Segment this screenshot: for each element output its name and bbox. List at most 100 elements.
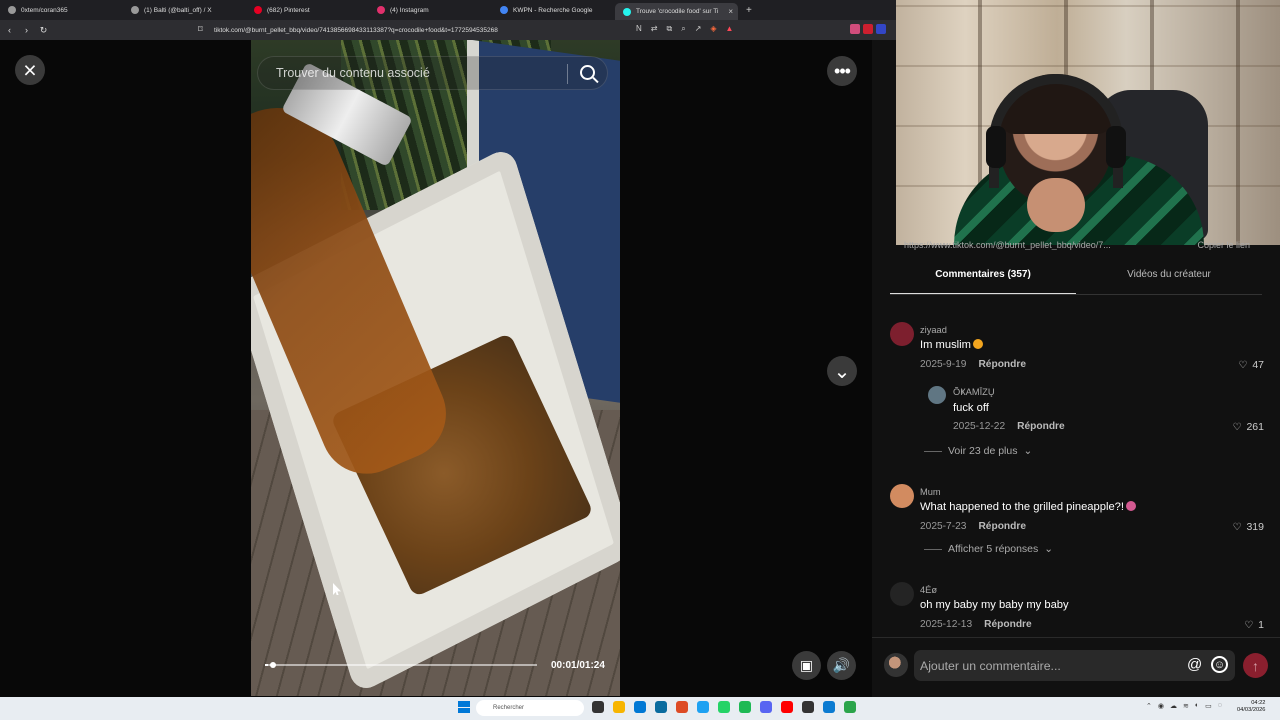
extension-icon[interactable] bbox=[850, 24, 860, 34]
comment-date: 2025-7-23 bbox=[920, 521, 967, 532]
avatar[interactable] bbox=[890, 582, 914, 606]
close-video-button[interactable]: × bbox=[15, 55, 45, 85]
show-replies-button[interactable]: Afficher 5 réponses ⌄ bbox=[924, 543, 1053, 555]
search-placeholder: Trouver du contenu associé bbox=[276, 66, 430, 80]
video-frame[interactable] bbox=[251, 40, 620, 696]
battery-icon[interactable]: ▭ bbox=[1205, 702, 1212, 710]
reload-icon[interactable]: ↻ bbox=[36, 25, 51, 36]
network-icon[interactable]: ◉ bbox=[1158, 702, 1164, 710]
app-icon[interactable] bbox=[823, 701, 835, 713]
video-progress-handle[interactable] bbox=[270, 662, 276, 668]
forward-icon[interactable]: › bbox=[19, 25, 34, 35]
copy-link-button[interactable]: Copier le lien bbox=[1197, 240, 1250, 250]
close-tab-icon[interactable]: × bbox=[728, 7, 733, 16]
whatsapp-icon[interactable] bbox=[718, 701, 730, 713]
show-more-label: Voir 23 de plus bbox=[948, 445, 1018, 457]
reader-icon[interactable]: N bbox=[636, 24, 642, 34]
tab-instagram[interactable]: (4) Instagram bbox=[369, 0, 492, 20]
app-icon[interactable] bbox=[844, 701, 856, 713]
app-icon[interactable] bbox=[781, 701, 793, 713]
new-tab-button[interactable]: + bbox=[738, 5, 752, 16]
bookmark-icon[interactable]: ⌑ bbox=[198, 24, 203, 35]
comment-item: ziyaad Im muslim 2025-9-19 Répondre ♡ 47 bbox=[890, 322, 1270, 380]
tab-pinterest[interactable]: (682) Pinterest bbox=[246, 0, 369, 20]
comment-username[interactable]: Mum bbox=[920, 487, 941, 497]
extensions bbox=[850, 24, 886, 34]
avatar[interactable] bbox=[890, 322, 914, 346]
show-more-replies-button[interactable]: Voir 23 de plus ⌄ bbox=[924, 445, 1032, 457]
warning-icon[interactable]: ▲ bbox=[726, 24, 734, 34]
comment-username[interactable]: ziyaad bbox=[920, 325, 947, 335]
comment-username[interactable]: ÕҜAMĪZŲ bbox=[953, 387, 995, 397]
search-icon[interactable] bbox=[580, 65, 595, 80]
reply-button[interactable]: Répondre bbox=[1017, 421, 1065, 432]
notification-icon[interactable]: ◌ bbox=[1218, 702, 1222, 710]
tab-label: (1) Balti (@balti_off) / X bbox=[144, 6, 212, 14]
zoom-icon[interactable]: ⌕ bbox=[681, 24, 685, 34]
reply-button[interactable]: Répondre bbox=[978, 359, 1026, 370]
tab-creator-videos[interactable]: Vidéos du créateur bbox=[1076, 269, 1262, 295]
open-icon[interactable]: ⧉ bbox=[666, 24, 672, 34]
chevron-down-icon[interactable]: ⌄ bbox=[827, 356, 857, 386]
tab-label: 0xtem/coran365 bbox=[21, 6, 68, 14]
volume-icon[interactable]: ◐ bbox=[1195, 702, 1199, 710]
like-count: 47 bbox=[1252, 359, 1264, 371]
address-field[interactable]: tiktok.com/@burnt_pellet_bbq/video/74138… bbox=[214, 23, 634, 37]
system-clock[interactable]: 04:22 04/03/2026 bbox=[1237, 700, 1265, 714]
app-icon[interactable] bbox=[655, 701, 667, 713]
reply-button[interactable]: Répondre bbox=[978, 521, 1026, 532]
like-button[interactable]: ♡ 47 bbox=[1238, 359, 1264, 371]
picture-in-picture-button[interactable]: ▣ bbox=[792, 651, 821, 680]
video-time: 00:01/01:24 bbox=[551, 660, 605, 671]
tiktok-icon bbox=[623, 7, 631, 16]
like-button[interactable]: ♡ 261 bbox=[1233, 421, 1265, 433]
comment-date: 2025-12-22 bbox=[953, 421, 1006, 432]
translate-icon[interactable]: ⇄ bbox=[651, 24, 658, 34]
like-button[interactable]: ♡ 1 bbox=[1244, 619, 1264, 631]
avatar[interactable] bbox=[928, 386, 946, 404]
tab-tiktok-active[interactable]: Trouve 'crocodile food' sur Ti × bbox=[615, 3, 738, 20]
windows-start-icon[interactable] bbox=[458, 701, 470, 713]
reply-button[interactable]: Répondre bbox=[984, 619, 1032, 630]
avatar[interactable] bbox=[890, 484, 914, 508]
extension-icon[interactable] bbox=[876, 24, 886, 34]
share-icon[interactable]: ↗ bbox=[695, 24, 702, 34]
comment-item: 4Éø oh my baby my baby my baby 2025-12-1… bbox=[890, 582, 1270, 640]
related-content-search[interactable]: Trouver du contenu associé bbox=[257, 56, 608, 90]
discord-icon[interactable] bbox=[760, 701, 772, 713]
app-icon[interactable] bbox=[592, 701, 604, 713]
tab-google[interactable]: KWPN - Recherche Google bbox=[492, 0, 615, 20]
video-progress-bar[interactable] bbox=[265, 662, 537, 668]
app-icon[interactable] bbox=[802, 701, 814, 713]
share-link-strip: https://www.tiktok.com/@burnt_pellet_bbq… bbox=[904, 240, 1250, 250]
emoji-icon[interactable]: ☺ bbox=[1211, 656, 1228, 673]
mention-icon[interactable]: @ bbox=[1187, 656, 1202, 673]
comment-text: oh my baby my baby my baby bbox=[920, 599, 1069, 611]
tab-comments[interactable]: Commentaires (357) bbox=[890, 269, 1076, 295]
volume-button[interactable]: 🔊 bbox=[827, 651, 856, 680]
app-icon[interactable] bbox=[634, 701, 646, 713]
spotify-icon[interactable] bbox=[739, 701, 751, 713]
like-count: 261 bbox=[1246, 421, 1264, 433]
share-url[interactable]: https://www.tiktok.com/@burnt_pellet_bbq… bbox=[904, 240, 1111, 250]
hand bbox=[1027, 178, 1085, 232]
tab-github[interactable]: 0xtem/coran365 bbox=[0, 0, 123, 20]
app-icon[interactable] bbox=[697, 701, 709, 713]
comment-username[interactable]: 4Éø bbox=[920, 585, 937, 595]
chevron-up-icon[interactable]: ⌃ bbox=[1146, 702, 1152, 710]
brave-icon[interactable] bbox=[676, 701, 688, 713]
like-button[interactable]: ♡ 319 bbox=[1233, 521, 1265, 533]
back-icon[interactable]: ‹ bbox=[2, 25, 17, 35]
wifi-icon[interactable]: ≋ bbox=[1183, 702, 1189, 710]
comment-meta: 2025-12-13 Répondre bbox=[920, 619, 1032, 630]
comment-date: 2025-12-13 bbox=[920, 619, 973, 630]
send-comment-button[interactable]: ↑ bbox=[1243, 653, 1268, 678]
tab-x[interactable]: (1) Balti (@balti_off) / X bbox=[123, 0, 246, 20]
cloud-icon[interactable]: ☁ bbox=[1170, 702, 1177, 710]
github-icon bbox=[8, 6, 16, 14]
more-options-button[interactable]: ••• bbox=[827, 56, 857, 86]
adblock-icon[interactable]: ◈ bbox=[710, 24, 716, 34]
extension-icon[interactable] bbox=[863, 24, 873, 34]
taskbar-search[interactable]: Rechercher bbox=[476, 700, 584, 716]
folder-icon[interactable] bbox=[613, 701, 625, 713]
